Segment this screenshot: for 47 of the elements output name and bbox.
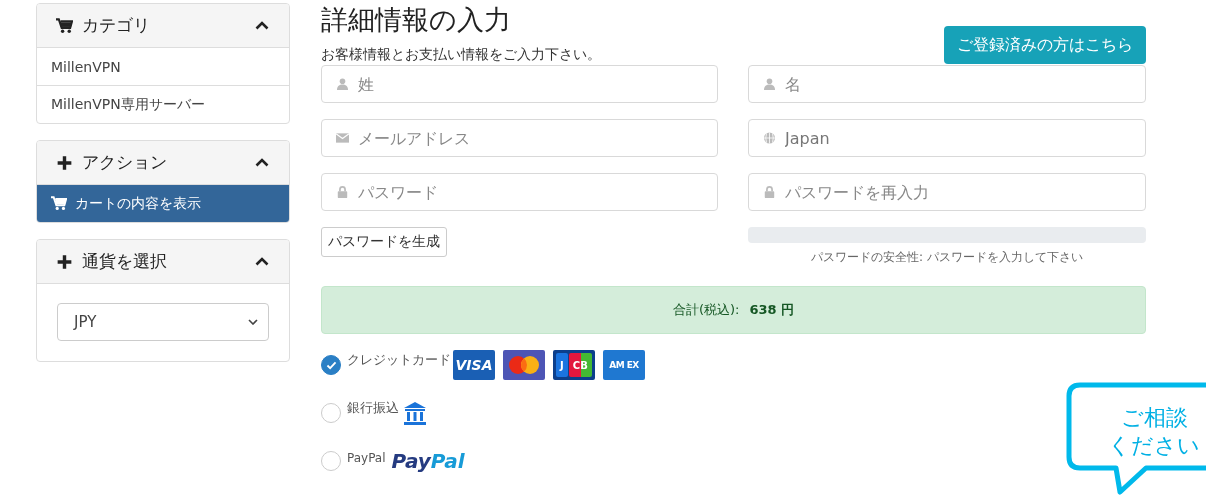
input-field[interactable]: パスワード (321, 173, 718, 211)
panel-header[interactable]: アクション (37, 141, 289, 185)
globe-icon (763, 132, 776, 144)
panel-title: カテゴリ (82, 14, 151, 37)
panel-header[interactable]: 通貨を選択 (37, 240, 289, 284)
panel-title: 通貨を選択 (82, 250, 168, 273)
chevron-down-icon (248, 319, 258, 325)
panel-header[interactable]: カテゴリ (37, 4, 289, 48)
visa-logo: VISA (453, 350, 495, 380)
currency-select[interactable]: JPY (57, 303, 269, 341)
mail-icon (336, 132, 349, 144)
panel-title: アクション (82, 151, 168, 174)
chevron-up-icon (255, 158, 269, 167)
payment-label: クレジットカード (347, 351, 451, 369)
generate-password-button[interactable]: パスワードを生成 (321, 227, 447, 257)
cart-icon (56, 17, 73, 34)
input-field[interactable]: 姓 (321, 65, 718, 103)
radio-button[interactable] (321, 355, 341, 375)
amex-logo: AM EX (603, 350, 645, 380)
page-subtitle: お客様情報とお支払い情報をご入力下さい。 (321, 46, 601, 64)
lock-icon (763, 186, 776, 198)
chat-bubble[interactable] (1066, 382, 1206, 498)
mastercard-logo (503, 350, 545, 380)
user-icon (763, 78, 776, 90)
total-amount: 638 円 (749, 301, 795, 319)
chevron-up-icon (255, 21, 269, 30)
payment-label: PayPal (347, 451, 386, 465)
input-field[interactable]: 名 (748, 65, 1146, 103)
lock-icon (336, 186, 349, 198)
plus-icon (56, 253, 73, 270)
payment-label: 銀行振込 (347, 399, 399, 417)
chevron-up-icon (255, 257, 269, 266)
input-field[interactable]: メールアドレス (321, 119, 718, 157)
check-icon (325, 360, 337, 370)
cart-icon (51, 196, 67, 211)
bank-icon (403, 401, 427, 425)
page-title: 詳細情報の入力 (321, 3, 512, 37)
total-label: 合計(税込): (672, 301, 740, 319)
sidebar-item[interactable]: MillenVPN (37, 48, 289, 86)
input-field[interactable]: Japan (748, 119, 1146, 157)
strength-label: パスワードの安全性: パスワードを入力して下さい (810, 249, 1084, 266)
sidebar-item[interactable]: カートの内容を表示 (37, 185, 289, 222)
sidebar-item[interactable]: MillenVPN専用サーバー (37, 86, 289, 123)
user-icon (336, 78, 349, 90)
plus-icon (56, 154, 73, 171)
paypal-logo: PayPal (391, 449, 465, 473)
input-field[interactable]: パスワードを再入力 (748, 173, 1146, 211)
